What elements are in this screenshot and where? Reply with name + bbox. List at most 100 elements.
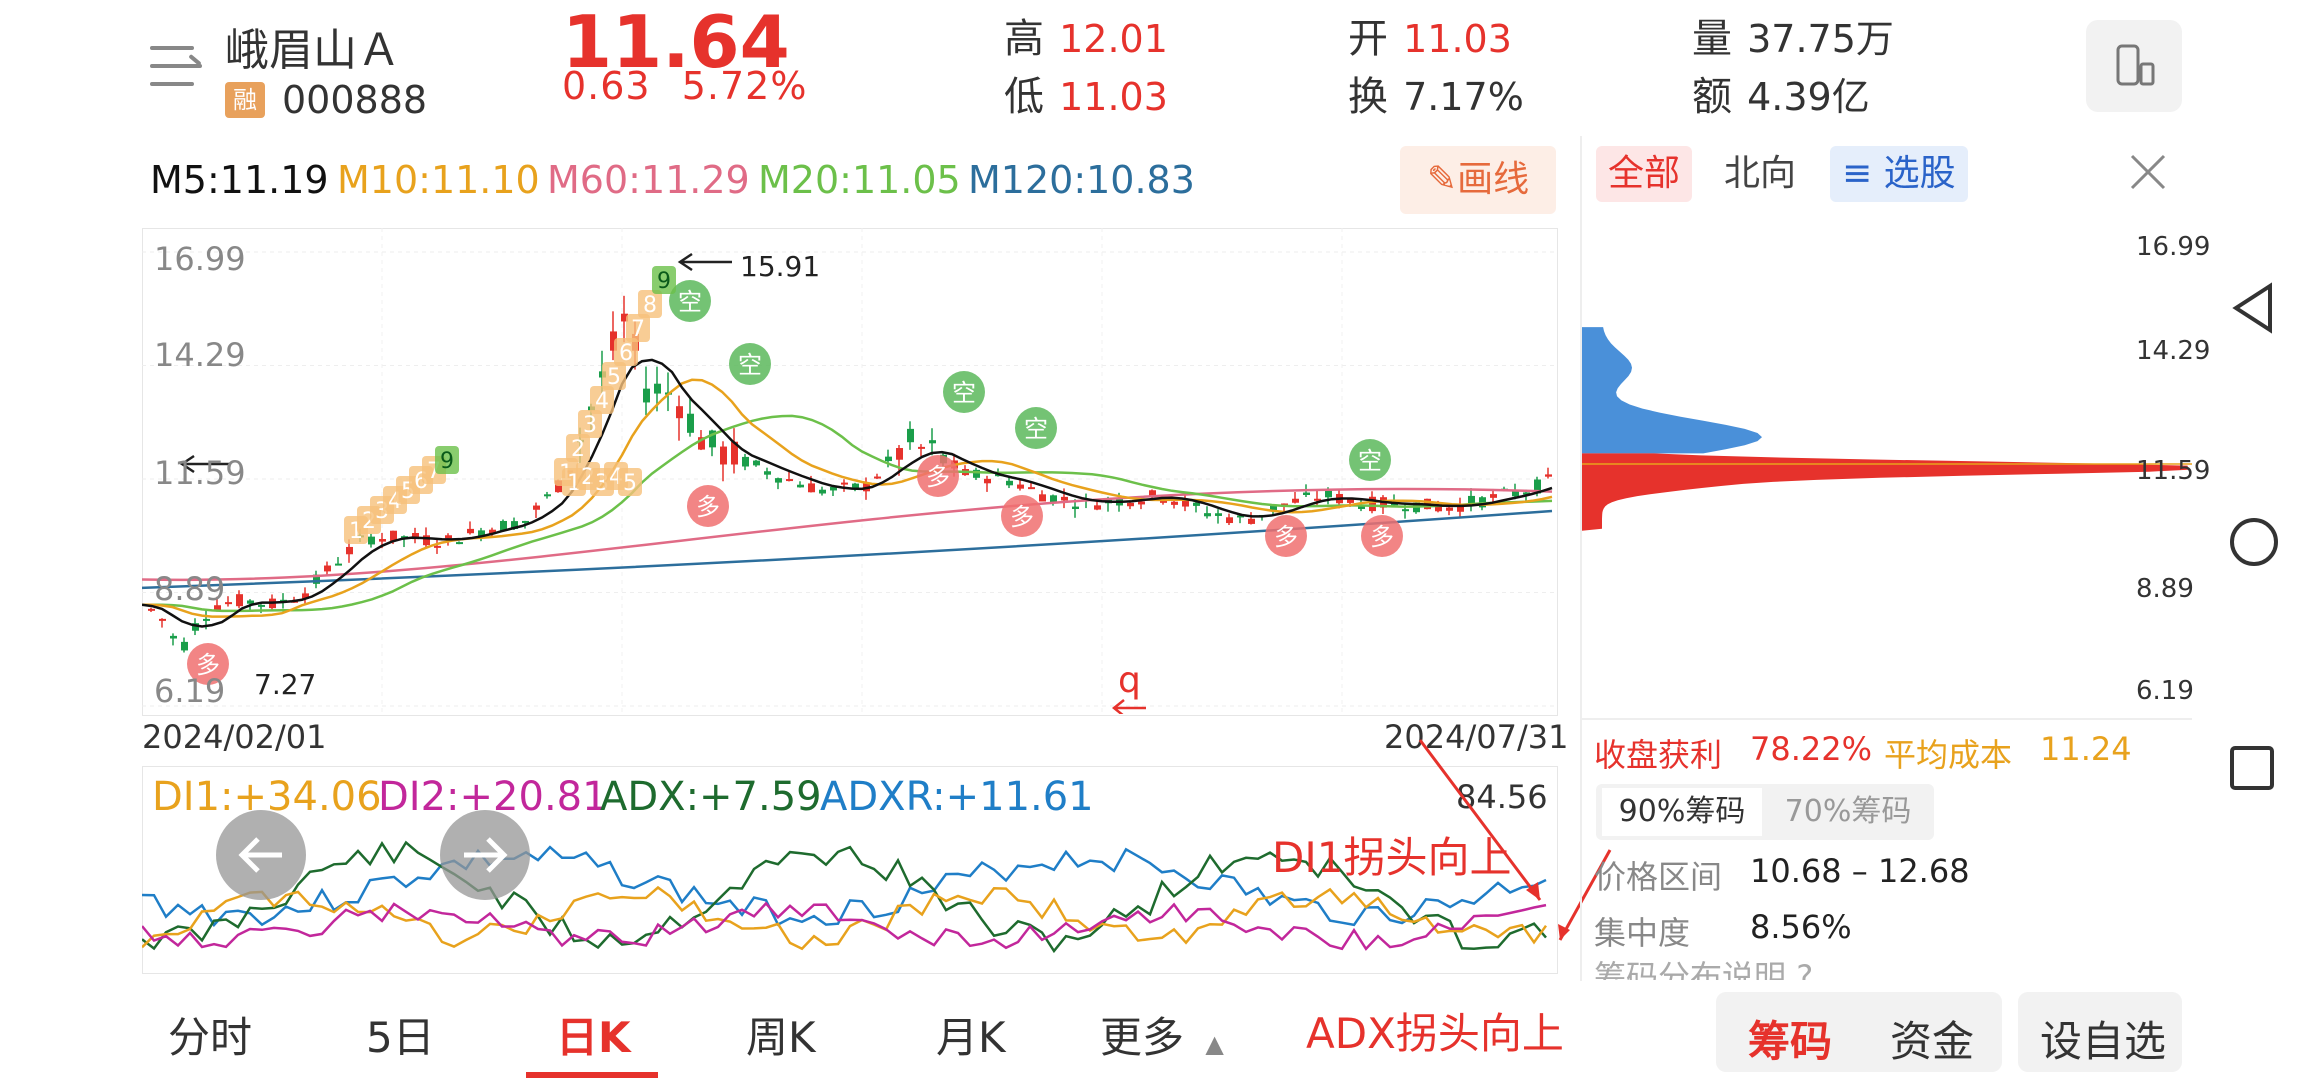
adxr-label: ADXR:+11.61: [820, 774, 1094, 820]
signal-empty-text: 空: [1024, 415, 1048, 443]
tab-weekly-k[interactable]: 周K: [746, 1004, 816, 1065]
candle-body: [544, 494, 551, 497]
list-icon: ≡: [1842, 153, 1873, 194]
candle-body: [775, 478, 782, 483]
signal-long-text: 多: [696, 493, 720, 521]
candle-body: [1292, 498, 1299, 503]
candle-body: [368, 536, 375, 545]
chip-distribution-chart[interactable]: [1582, 230, 2192, 690]
signal-long-text: 多: [1274, 523, 1298, 551]
candle-body: [1094, 505, 1101, 510]
candle-body: [687, 413, 694, 433]
tab-all[interactable]: 全部: [1596, 146, 1693, 202]
td-nine: 9: [657, 269, 671, 294]
range-label: 价格区间: [1594, 858, 1723, 896]
peak-label: 15.91: [740, 250, 821, 283]
active-tab-indicator: [526, 1072, 658, 1078]
candle-body: [445, 535, 452, 539]
y-tick-5: 6.19: [154, 672, 226, 710]
candle-body: [874, 476, 881, 479]
candle-body: [1545, 474, 1552, 477]
draw-line-label: 画线: [1457, 159, 1530, 200]
high-value: 12.01: [1059, 17, 1168, 61]
y-tick-2: 14.29: [154, 336, 246, 374]
turnover-label: 换: [1348, 74, 1388, 120]
home-icon[interactable]: [2226, 514, 2282, 570]
ma10-label: M10:11.10: [337, 158, 540, 202]
recents-icon[interactable]: [2228, 744, 2278, 794]
ma120-label: M120:10.83: [968, 158, 1195, 202]
tab-5day[interactable]: 5日: [366, 1004, 435, 1065]
chip-tab-70[interactable]: 70%筹码: [1768, 788, 1928, 836]
chip-button[interactable]: 筹码: [1748, 1008, 1832, 1069]
fund-button[interactable]: 资金: [1890, 1008, 1974, 1069]
y-tick-3: 11.59: [154, 454, 246, 492]
chip-y-tick-3: 11.59: [2136, 456, 2211, 486]
low-label: 低: [1004, 74, 1044, 120]
candle-body: [1193, 502, 1200, 506]
add-watchlist-button[interactable]: 设自选: [2040, 1008, 2166, 1069]
tab-monthly-k[interactable]: 月K: [936, 1004, 1006, 1065]
close-icon[interactable]: [2126, 150, 2170, 198]
tab-daily-k[interactable]: 日K: [556, 1004, 631, 1065]
chip-y-tick-2: 14.29: [2136, 336, 2211, 366]
candle-body: [1039, 494, 1046, 502]
tab-more[interactable]: 更多 ▲: [1100, 1004, 1224, 1065]
kline-chart[interactable]: 空空空空空多多多多多多1234567912345678123459: [142, 228, 1556, 714]
signal-empty-text: 空: [952, 379, 976, 407]
back-icon[interactable]: [2226, 280, 2282, 336]
triangle-up-icon: ▲: [1205, 1030, 1224, 1058]
tab-northbound[interactable]: 北向: [1712, 146, 1808, 202]
candle-body: [896, 448, 903, 460]
open-label: 开: [1348, 16, 1388, 62]
candle-body: [654, 383, 661, 394]
td-seq-b: 6: [619, 341, 633, 366]
y-tick-4: 8.89: [154, 570, 226, 608]
signal-long-text: 多: [1010, 503, 1034, 531]
candle-body: [918, 446, 925, 449]
draw-line-button[interactable]: ✎画线: [1400, 146, 1556, 214]
candle-body: [907, 428, 914, 443]
candle-body: [819, 489, 826, 494]
menu-icon[interactable]: [150, 44, 202, 88]
tab-stock-pick[interactable]: ≡ 选股: [1830, 146, 1968, 202]
ma5-label: M5:11.19: [150, 158, 329, 202]
td-seq-b: 7: [631, 317, 645, 342]
q-arrow-icon: [1111, 699, 1146, 714]
chip-y-tick-5: 6.19: [2136, 676, 2194, 706]
trough-label: 7.27: [254, 668, 317, 701]
candle-body: [423, 535, 430, 546]
candle-body: [258, 604, 265, 607]
volume-value: 37.75万: [1747, 17, 1894, 61]
candle-body: [346, 546, 353, 555]
tab-intraday[interactable]: 分时: [168, 1004, 252, 1065]
candle-body: [1028, 487, 1035, 490]
stock-name: 峨眉山Ａ: [225, 25, 401, 76]
concentration-value: 8.56%: [1750, 908, 1852, 946]
candle-body: [929, 440, 936, 444]
candle-body: [885, 456, 892, 462]
td-seq-a: 9: [440, 449, 454, 474]
next-button[interactable]: [440, 810, 530, 900]
turnover-value: 7.17%: [1403, 75, 1524, 119]
candle-body: [841, 482, 848, 485]
signal-long-text: 多: [1370, 523, 1394, 551]
td-seq-b: 5: [607, 365, 621, 390]
tab-stock-pick-label: 选股: [1883, 153, 1956, 194]
candle-body: [170, 635, 177, 639]
chip-desc-link[interactable]: 筹码分布说明 ?: [1594, 956, 1813, 980]
adx-label: ADX:+7.59: [600, 774, 822, 820]
candle-body: [1017, 484, 1024, 489]
tab-more-label: 更多: [1100, 1013, 1185, 1062]
candle-body: [1061, 496, 1068, 501]
candle-body: [203, 618, 210, 621]
chip-tab-90[interactable]: 90%筹码: [1602, 788, 1762, 836]
candle-body: [467, 528, 474, 534]
volume-label: 量: [1692, 16, 1732, 62]
change-percent: 5.72%: [681, 64, 808, 108]
prev-button[interactable]: [216, 810, 306, 900]
chip-y-tick-1: 16.99: [2136, 232, 2211, 262]
landscape-toggle-button[interactable]: [2086, 20, 2182, 112]
arrow-left-icon: [238, 837, 282, 873]
open-value: 11.03: [1403, 17, 1512, 61]
